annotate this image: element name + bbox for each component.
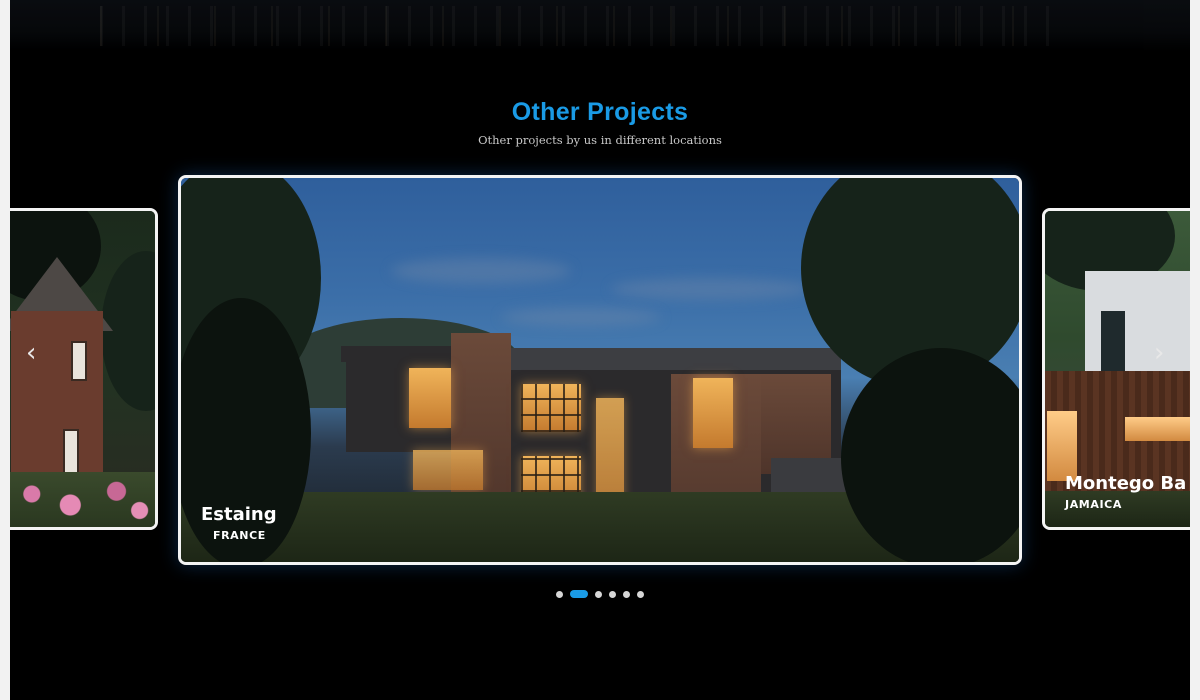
- chevron-left-icon[interactable]: ‹: [26, 340, 36, 366]
- project-card-current[interactable]: Estaing FRANCE: [178, 175, 1022, 565]
- project-photo: [181, 178, 1019, 562]
- pagination-dot[interactable]: [556, 590, 563, 598]
- carousel-pagination: [10, 590, 1190, 598]
- project-card-previous[interactable]: [10, 208, 158, 530]
- section-title: Other Projects: [511, 98, 689, 126]
- pagination-dot[interactable]: [623, 590, 630, 598]
- section-subtitle: Other projects by us in different locati…: [478, 133, 722, 147]
- pagination-dot[interactable]: [609, 590, 616, 598]
- project-name: Montego Ba: [1065, 473, 1187, 494]
- projects-section: Other Projects Other projects by us in d…: [10, 0, 1190, 700]
- project-country: FRANCE: [213, 529, 266, 542]
- project-label: Estaing FRANCE: [201, 504, 277, 542]
- project-card-next[interactable]: Montego Ba JAMAICA: [1042, 208, 1190, 530]
- project-country: JAMAICA: [1065, 498, 1122, 511]
- pagination-dot[interactable]: [595, 590, 602, 598]
- chevron-right-icon[interactable]: ›: [1154, 340, 1164, 366]
- pagination-dot[interactable]: [570, 590, 588, 598]
- pagination-dot[interactable]: [637, 590, 644, 598]
- project-name: Estaing: [201, 504, 277, 525]
- project-photo: [10, 211, 155, 527]
- project-label: Montego Ba JAMAICA: [1065, 473, 1186, 511]
- previous-section-image: [10, 0, 1190, 52]
